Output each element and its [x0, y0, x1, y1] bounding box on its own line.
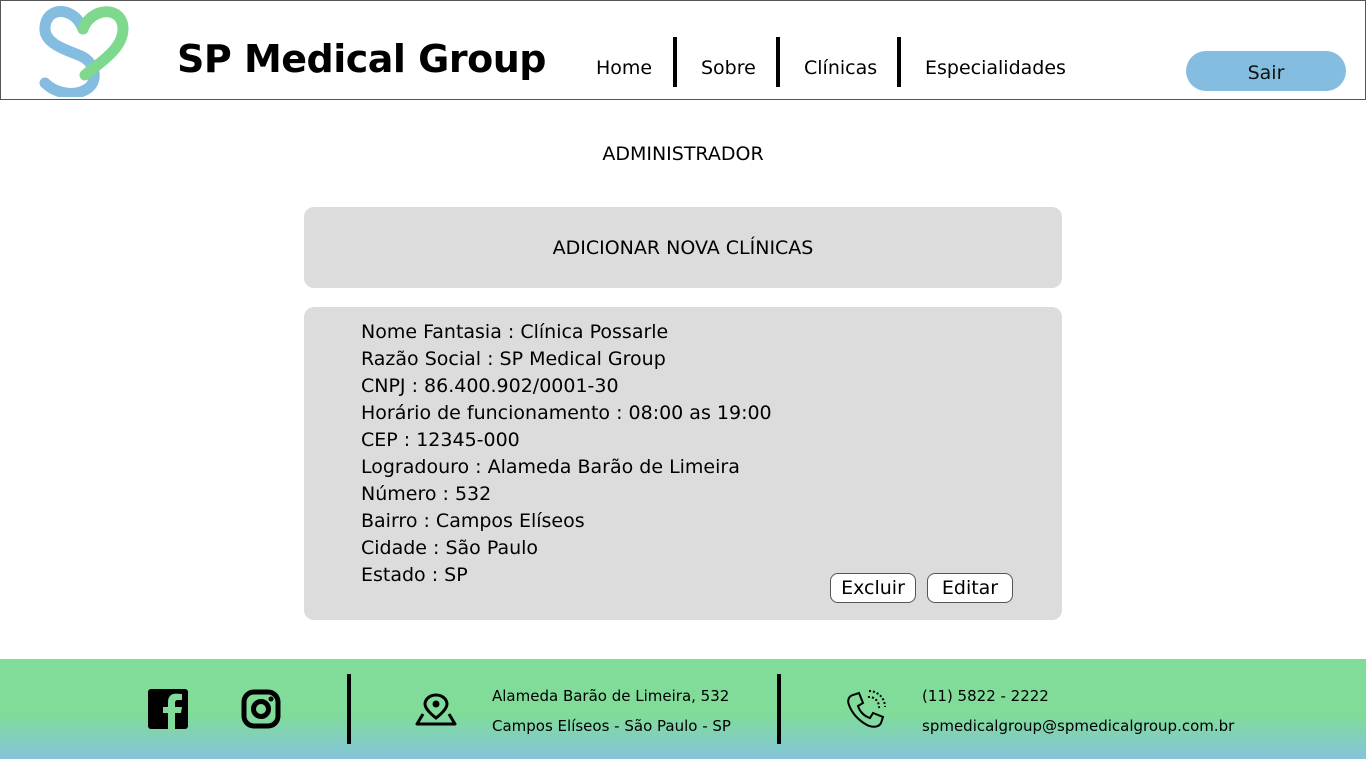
sp-heart-logo[interactable] [39, 5, 129, 97]
nav-divider [897, 37, 901, 87]
footer-email[interactable]: spmedicalgroup@spmedicalgroup.com.br [922, 717, 1234, 735]
logout-button[interactable]: Sair [1186, 51, 1346, 91]
add-clinic-label: ADICIONAR NOVA CLÍNICAS [552, 236, 814, 259]
site-footer: Alameda Barão de Limeira, 532 Campos Elí… [0, 659, 1366, 759]
nav-clinicas[interactable]: Clínicas [804, 57, 877, 79]
footer-address-line1: Alameda Barão de Limeira, 532 [492, 687, 730, 705]
nav-divider [776, 37, 780, 87]
field-cep: CEP : 12345-000 [361, 429, 520, 451]
instagram-icon[interactable] [241, 689, 281, 729]
field-razao-social: Razão Social : SP Medical Group [361, 348, 666, 370]
facebook-icon[interactable] [148, 689, 188, 729]
add-clinic-button[interactable]: ADICIONAR NOVA CLÍNICAS [304, 207, 1062, 288]
clinic-details: Nome Fantasia : Clínica Possarle Razão S… [361, 319, 772, 589]
field-numero: Número : 532 [361, 483, 492, 505]
brand-name: SP Medical Group [177, 37, 546, 81]
field-horario: Horário de funcionamento : 08:00 as 19:0… [361, 402, 772, 424]
nav-especialidades[interactable]: Especialidades [925, 57, 1066, 79]
site-header: SP Medical Group Home Sobre Clínicas Esp… [0, 0, 1366, 100]
page-title: ADMINISTRADOR [602, 143, 764, 165]
field-nome-fantasia: Nome Fantasia : Clínica Possarle [361, 321, 669, 343]
edit-button[interactable]: Editar [927, 573, 1013, 603]
clinic-card: Nome Fantasia : Clínica Possarle Razão S… [304, 307, 1062, 620]
nav-divider [673, 37, 677, 87]
footer-divider [347, 674, 351, 744]
footer-phone[interactable]: (11) 5822 - 2222 [922, 687, 1049, 705]
phone-icon [847, 690, 886, 728]
nav-sobre[interactable]: Sobre [701, 57, 756, 79]
field-cnpj: CNPJ : 86.400.902/0001-30 [361, 375, 619, 397]
field-cidade: Cidade : São Paulo [361, 537, 539, 559]
field-logradouro: Logradouro : Alameda Barão de Limeira [361, 456, 740, 478]
nav-home[interactable]: Home [596, 57, 652, 79]
map-pin-icon [415, 693, 457, 726]
footer-address-line2: Campos Elíseos - São Paulo - SP [492, 717, 731, 735]
field-bairro: Bairro : Campos Elíseos [361, 510, 585, 532]
delete-button[interactable]: Excluir [830, 573, 916, 603]
footer-divider [777, 674, 781, 744]
field-estado: Estado : SP [361, 564, 468, 586]
